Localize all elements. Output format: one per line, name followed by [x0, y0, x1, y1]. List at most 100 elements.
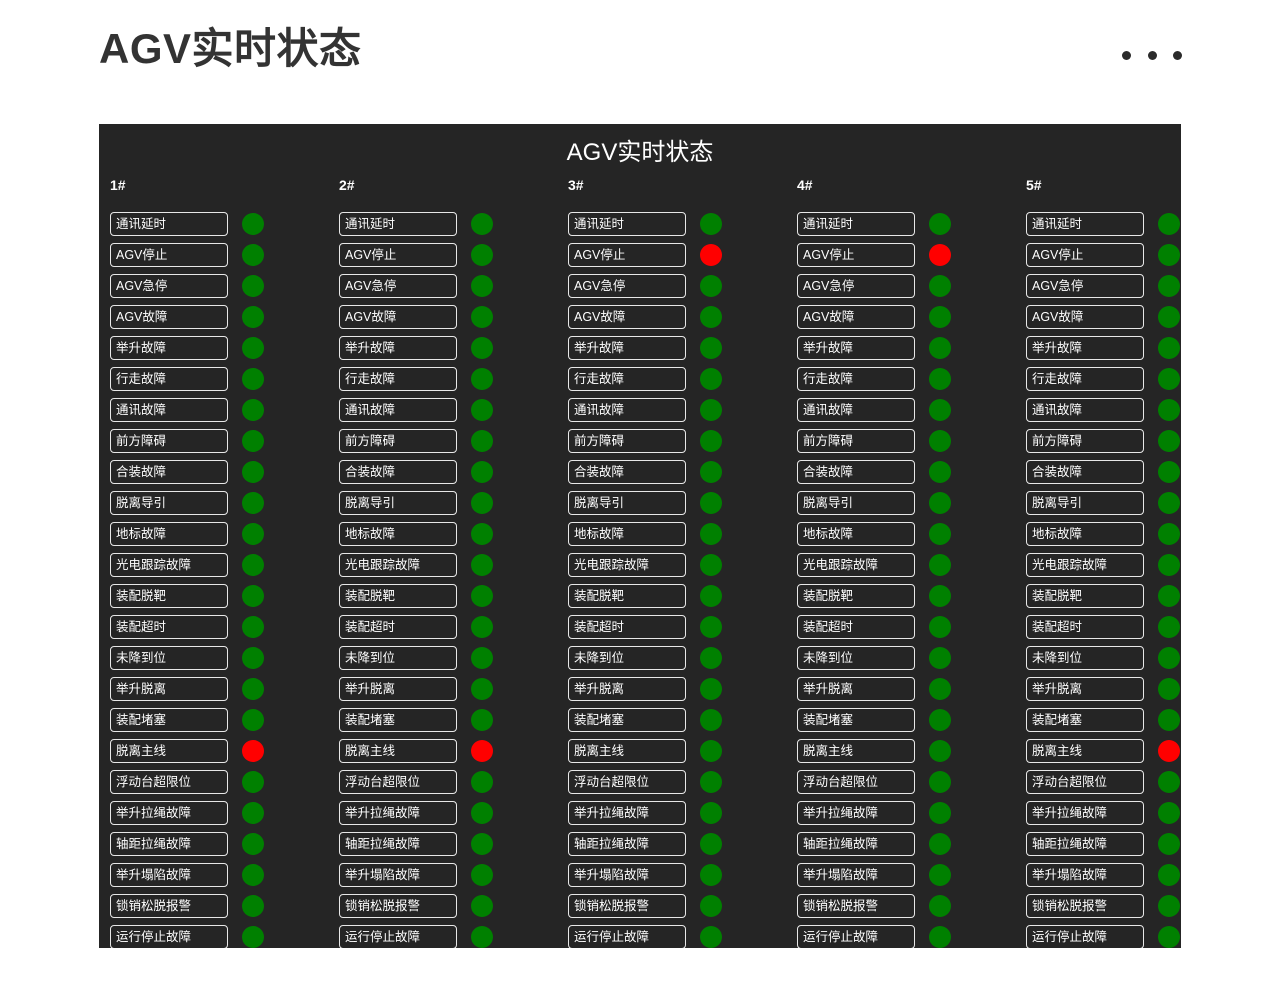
status-label[interactable]: 地标故障: [568, 521, 686, 546]
status-label[interactable]: 锁销松脱报警: [110, 893, 228, 918]
status-label[interactable]: 未降到位: [110, 645, 228, 670]
status-label[interactable]: 举升塌陷故障: [110, 862, 228, 887]
status-label[interactable]: 举升脱离: [568, 676, 686, 701]
status-label[interactable]: 脱离主线: [110, 738, 228, 763]
status-label[interactable]: AGV故障: [339, 304, 457, 329]
status-label[interactable]: 脱离导引: [110, 490, 228, 515]
status-label[interactable]: 装配脱靶: [568, 583, 686, 608]
status-label[interactable]: 前方障碍: [339, 428, 457, 453]
status-label[interactable]: 举升塌陷故障: [1026, 862, 1144, 887]
status-label[interactable]: 前方障碍: [1026, 428, 1144, 453]
status-label[interactable]: 轴距拉绳故障: [110, 831, 228, 856]
status-label[interactable]: 通讯故障: [797, 397, 915, 422]
status-label[interactable]: 装配超时: [110, 614, 228, 639]
status-label[interactable]: 运行停止故障: [1026, 924, 1144, 948]
status-label[interactable]: 举升故障: [1026, 335, 1144, 360]
status-label[interactable]: 脱离主线: [1026, 738, 1144, 763]
status-label[interactable]: 锁销松脱报警: [797, 893, 915, 918]
status-label[interactable]: 脱离主线: [797, 738, 915, 763]
status-label[interactable]: 举升故障: [339, 335, 457, 360]
status-label[interactable]: 合装故障: [568, 459, 686, 484]
status-label[interactable]: 装配脱靶: [110, 583, 228, 608]
status-label[interactable]: 通讯故障: [339, 397, 457, 422]
status-label[interactable]: 浮动台超限位: [339, 769, 457, 794]
status-label[interactable]: 装配脱靶: [1026, 583, 1144, 608]
status-label[interactable]: 运行停止故障: [568, 924, 686, 948]
status-label[interactable]: AGV故障: [1026, 304, 1144, 329]
status-label[interactable]: 轴距拉绳故障: [339, 831, 457, 856]
status-label[interactable]: 地标故障: [1026, 521, 1144, 546]
status-label[interactable]: 光电跟踪故障: [1026, 552, 1144, 577]
status-label[interactable]: 装配堵塞: [797, 707, 915, 732]
status-label[interactable]: 装配脱靶: [339, 583, 457, 608]
status-label[interactable]: 前方障碍: [797, 428, 915, 453]
status-label[interactable]: 举升拉绳故障: [110, 800, 228, 825]
status-label[interactable]: 举升脱离: [1026, 676, 1144, 701]
status-label[interactable]: 锁销松脱报警: [339, 893, 457, 918]
status-label[interactable]: 行走故障: [568, 366, 686, 391]
status-label[interactable]: 合装故障: [110, 459, 228, 484]
status-label[interactable]: AGV急停: [339, 273, 457, 298]
status-label[interactable]: AGV急停: [568, 273, 686, 298]
status-label[interactable]: 浮动台超限位: [568, 769, 686, 794]
status-label[interactable]: 前方障碍: [110, 428, 228, 453]
status-label[interactable]: 浮动台超限位: [797, 769, 915, 794]
status-label[interactable]: 通讯故障: [110, 397, 228, 422]
status-label[interactable]: 举升塌陷故障: [797, 862, 915, 887]
status-label[interactable]: 地标故障: [339, 521, 457, 546]
status-label[interactable]: AGV故障: [797, 304, 915, 329]
status-label[interactable]: 脱离主线: [339, 738, 457, 763]
status-label[interactable]: 行走故障: [339, 366, 457, 391]
status-label[interactable]: 举升故障: [797, 335, 915, 360]
status-label[interactable]: 运行停止故障: [339, 924, 457, 948]
status-label[interactable]: AGV急停: [110, 273, 228, 298]
status-label[interactable]: 通讯延时: [568, 211, 686, 236]
status-label[interactable]: 地标故障: [797, 521, 915, 546]
status-label[interactable]: 举升塌陷故障: [339, 862, 457, 887]
status-label[interactable]: 未降到位: [568, 645, 686, 670]
status-label[interactable]: 装配堵塞: [110, 707, 228, 732]
status-label[interactable]: 举升故障: [110, 335, 228, 360]
status-label[interactable]: 脱离导引: [339, 490, 457, 515]
status-label[interactable]: 举升拉绳故障: [797, 800, 915, 825]
status-label[interactable]: 脱离导引: [1026, 490, 1144, 515]
status-label[interactable]: AGV急停: [797, 273, 915, 298]
status-label[interactable]: 浮动台超限位: [1026, 769, 1144, 794]
status-label[interactable]: 光电跟踪故障: [797, 552, 915, 577]
status-label[interactable]: 装配超时: [568, 614, 686, 639]
status-label[interactable]: 举升故障: [568, 335, 686, 360]
status-label[interactable]: 通讯延时: [110, 211, 228, 236]
status-label[interactable]: 轴距拉绳故障: [797, 831, 915, 856]
status-label[interactable]: AGV停止: [797, 242, 915, 267]
status-label[interactable]: 装配堵塞: [1026, 707, 1144, 732]
status-label[interactable]: 脱离主线: [568, 738, 686, 763]
status-label[interactable]: 行走故障: [797, 366, 915, 391]
status-label[interactable]: 未降到位: [797, 645, 915, 670]
status-label[interactable]: 脱离导引: [797, 490, 915, 515]
status-label[interactable]: 举升脱离: [339, 676, 457, 701]
status-label[interactable]: 光电跟踪故障: [110, 552, 228, 577]
status-label[interactable]: 通讯延时: [1026, 211, 1144, 236]
more-options-icon[interactable]: [1122, 44, 1182, 66]
status-label[interactable]: 举升脱离: [110, 676, 228, 701]
status-label[interactable]: 未降到位: [339, 645, 457, 670]
status-label[interactable]: 装配超时: [339, 614, 457, 639]
status-label[interactable]: 装配超时: [797, 614, 915, 639]
status-label[interactable]: 通讯故障: [568, 397, 686, 422]
status-label[interactable]: 举升塌陷故障: [568, 862, 686, 887]
status-label[interactable]: 通讯延时: [339, 211, 457, 236]
status-label[interactable]: 前方障碍: [568, 428, 686, 453]
status-label[interactable]: 举升拉绳故障: [568, 800, 686, 825]
status-label[interactable]: 合装故障: [797, 459, 915, 484]
status-label[interactable]: 锁销松脱报警: [568, 893, 686, 918]
status-label[interactable]: 装配超时: [1026, 614, 1144, 639]
status-label[interactable]: 运行停止故障: [797, 924, 915, 948]
status-label[interactable]: 通讯故障: [1026, 397, 1144, 422]
status-label[interactable]: 行走故障: [110, 366, 228, 391]
status-label[interactable]: 装配堵塞: [568, 707, 686, 732]
status-label[interactable]: 举升拉绳故障: [1026, 800, 1144, 825]
status-label[interactable]: 轴距拉绳故障: [1026, 831, 1144, 856]
status-label[interactable]: 行走故障: [1026, 366, 1144, 391]
status-label[interactable]: AGV故障: [110, 304, 228, 329]
status-label[interactable]: 脱离导引: [568, 490, 686, 515]
